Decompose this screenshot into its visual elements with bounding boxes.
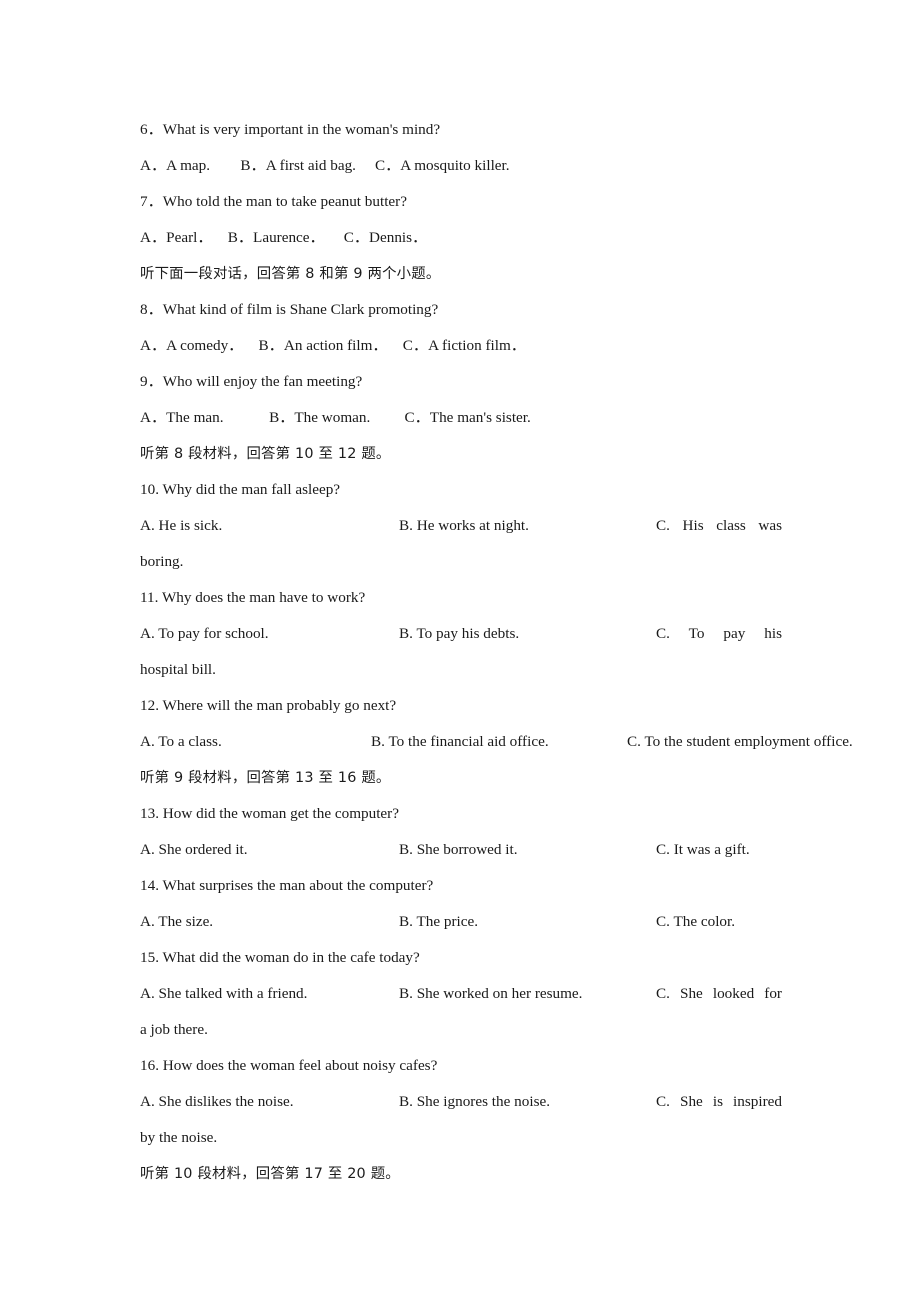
- option-c-15: C. She looked for: [656, 985, 782, 1002]
- question-stem-7: 7．Who told the man to take peanut butter…: [140, 193, 407, 210]
- option-c-11: C. To pay his: [656, 625, 782, 642]
- option-a-16: A. She dislikes the noise.: [140, 1093, 294, 1110]
- option-a-13: A. She ordered it.: [140, 841, 248, 858]
- question-stem-14: 14. What surprises the man about the com…: [140, 877, 434, 894]
- question-stem-10: 10. Why did the man fall asleep?: [140, 481, 341, 498]
- question-options-6: A．A map. B．A first aid bag. C．A mosquito…: [140, 157, 510, 174]
- question-options-9: A．The man. B．The woman. C．The man's sist…: [140, 409, 531, 426]
- question-options-8: A．A comedy． B．An action film． C．A fictio…: [140, 337, 526, 354]
- option-a-12: A. To a class.: [140, 733, 222, 750]
- listening-instruction-3: 听第 9 段材料，回答第 13 至 16 题。: [140, 770, 391, 786]
- question-options-7: A．Pearl． B．Laurence． C．Dennis．: [140, 229, 428, 246]
- option-a-10: A. He is sick.: [140, 517, 223, 534]
- option-a-14: A. The size.: [140, 913, 214, 930]
- option-c-14: C. The color.: [656, 913, 736, 930]
- option-b-12: B. To the financial aid office.: [371, 733, 549, 750]
- question-stem-6: 6．What is very important in the woman's …: [140, 121, 441, 138]
- option-c-continuation-16: by the noise.: [140, 1129, 218, 1146]
- question-options-16: A. She dislikes the noise. B. She ignore…: [140, 1084, 782, 1120]
- listening-instruction-4: 听第 10 段材料，回答第 17 至 20 题。: [140, 1166, 400, 1182]
- option-b-14: B. The price.: [399, 913, 479, 930]
- option-c-continuation-15: a job there.: [140, 1021, 208, 1038]
- question-stem-9: 9．Who will enjoy the fan meeting?: [140, 373, 363, 390]
- exam-content-column: 6．What is very important in the woman's …: [140, 112, 853, 1192]
- option-c-12: C. To the student employment office.: [627, 733, 853, 750]
- question-stem-8: 8．What kind of film is Shane Clark promo…: [140, 301, 439, 318]
- option-b-10: B. He works at night.: [399, 517, 529, 534]
- exam-page: 6．What is very important in the woman's …: [0, 0, 920, 1302]
- question-stem-12: 12. Where will the man probably go next?: [140, 697, 397, 714]
- option-c-16: C. She is inspired: [656, 1093, 782, 1110]
- option-a-11: A. To pay for school.: [140, 625, 269, 642]
- option-b-11: B. To pay his debts.: [399, 625, 520, 642]
- option-c-continuation-11: hospital bill.: [140, 661, 216, 678]
- question-options-11: A. To pay for school. B. To pay his debt…: [140, 616, 782, 652]
- listening-instruction-2: 听第 8 段材料，回答第 10 至 12 题。: [140, 446, 391, 462]
- question-options-14: A. The size. B. The price. C. The color.: [140, 904, 782, 940]
- option-b-15: B. She worked on her resume.: [399, 985, 583, 1002]
- option-c-continuation-10: boring.: [140, 553, 184, 570]
- question-options-13: A. She ordered it. B. She borrowed it. C…: [140, 832, 782, 868]
- question-stem-11: 11. Why does the man have to work?: [140, 589, 366, 606]
- question-options-15: A. She talked with a friend. B. She work…: [140, 976, 782, 1012]
- option-c-13: C. It was a gift.: [656, 841, 750, 858]
- question-stem-15: 15. What did the woman do in the cafe to…: [140, 949, 420, 966]
- option-a-15: A. She talked with a friend.: [140, 985, 308, 1002]
- question-options-12: A. To a class. B. To the financial aid o…: [140, 724, 853, 760]
- listening-instruction-1: 听下面一段对话，回答第 8 和第 9 两个小题。: [140, 266, 441, 282]
- question-options-10: A. He is sick. B. He works at night. C. …: [140, 508, 782, 544]
- option-c-10: C. His class was: [656, 517, 782, 534]
- option-b-16: B. She ignores the noise.: [399, 1093, 551, 1110]
- option-b-13: B. She borrowed it.: [399, 841, 518, 858]
- question-stem-13: 13. How did the woman get the computer?: [140, 805, 399, 822]
- question-stem-16: 16. How does the woman feel about noisy …: [140, 1057, 438, 1074]
